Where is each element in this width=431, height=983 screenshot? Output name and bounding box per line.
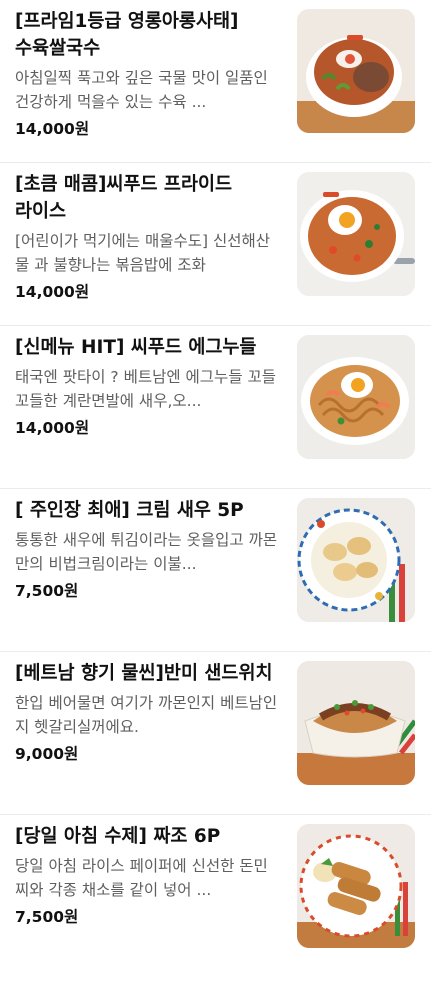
pho-bowl-icon[interactable]: [297, 9, 415, 133]
menu-item-description: 통통한 새우에 튀김이라는 옷을입고 까몬 만의 비법크림이라는 이불...: [15, 531, 278, 573]
menu-item[interactable]: [초큼 매콤]씨푸드 프라이드 라이스 [어린이가 먹기에는 매울수도] 신선해…: [0, 163, 431, 326]
menu-item-description: [어린이가 먹기에는 매울수도] 신선해산물 과 불향나는 볶음밥에 조화: [15, 232, 271, 274]
menu-item-description: 아침일찍 푹고와 깊은 국물 맛이 일품인 건강하게 먹을수 있는 수육 ...: [15, 69, 268, 111]
menu-item[interactable]: [ 주인장 최애] 크림 새우 5P 통통한 새우에 튀김이라는 옷을입고 까몬…: [0, 489, 431, 652]
fried-rice-plate-icon[interactable]: [297, 172, 415, 296]
menu-item-text: [당일 아침 수제] 짜조 6P 당일 아침 라이스 페이퍼에 신선한 돈민찌와…: [15, 823, 279, 928]
menu-item-description: 당일 아침 라이스 페이퍼에 신선한 돈민찌와 각종 채소를 같이 넣어 ...: [15, 857, 268, 899]
menu-item-price: 14,000원: [15, 120, 90, 138]
menu-item[interactable]: [신메뉴 HIT] 씨푸드 에그누들 태국엔 팟타이 ? 베트남엔 에그누들 꼬…: [0, 326, 431, 489]
menu-item-name: [ 주인장 최애] 크림 새우 5P: [15, 500, 244, 521]
menu-item-text: [신메뉴 HIT] 씨푸드 에그누들 태국엔 팟타이 ? 베트남엔 에그누들 꼬…: [15, 334, 279, 439]
menu-item-text: [베트남 향기 물씬]반미 샌드위치 한입 베어물면 여기가 까몬인지 베트남인…: [15, 660, 279, 765]
cream-shrimp-plate-icon[interactable]: [297, 498, 415, 622]
menu-item[interactable]: [베트남 향기 물씬]반미 샌드위치 한입 베어물면 여기가 까몬인지 베트남인…: [0, 652, 431, 815]
spring-roll-plate-icon[interactable]: [297, 824, 415, 948]
menu-item-name: [베트남 향기 물씬]반미 샌드위치: [15, 663, 273, 684]
menu-item-name: [당일 아침 수제] 짜조 6P: [15, 826, 221, 847]
egg-noodle-plate-icon[interactable]: [297, 335, 415, 459]
menu-item-text: [프라임1등급 영롱아롱사태]수육쌀국수 아침일찍 푹고와 깊은 국물 맛이 일…: [15, 8, 279, 140]
menu-item-price: 7,500원: [15, 582, 79, 600]
banh-mi-sandwich-icon[interactable]: [297, 661, 415, 785]
menu-item-price: 9,000원: [15, 745, 79, 763]
menu-item-price: 14,000원: [15, 419, 90, 437]
menu-item-description: 태국엔 팟타이 ? 베트남엔 에그누들 꼬들 꼬들한 계란면발에 새우,오...: [15, 368, 277, 410]
menu-item-name: [프라임1등급 영롱아롱사태]수육쌀국수: [15, 11, 239, 59]
menu-item-name: [초큼 매콤]씨푸드 프라이드 라이스: [15, 174, 233, 222]
menu-list: [프라임1등급 영롱아롱사태]수육쌀국수 아침일찍 푹고와 깊은 국물 맛이 일…: [0, 0, 431, 978]
menu-item-text: [ 주인장 최애] 크림 새우 5P 통통한 새우에 튀김이라는 옷을입고 까몬…: [15, 497, 279, 602]
menu-item[interactable]: [당일 아침 수제] 짜조 6P 당일 아침 라이스 페이퍼에 신선한 돈민찌와…: [0, 815, 431, 978]
menu-item-price: 7,500원: [15, 908, 79, 926]
menu-item-name: [신메뉴 HIT] 씨푸드 에그누들: [15, 337, 257, 358]
menu-item-description: 한입 베어물면 여기가 까몬인지 베트남인지 헷갈리실꺼에요.: [15, 694, 278, 736]
menu-item[interactable]: [프라임1등급 영롱아롱사태]수육쌀국수 아침일찍 푹고와 깊은 국물 맛이 일…: [0, 0, 431, 163]
menu-item-price: 14,000원: [15, 283, 90, 301]
menu-item-text: [초큼 매콤]씨푸드 프라이드 라이스 [어린이가 먹기에는 매울수도] 신선해…: [15, 171, 279, 303]
